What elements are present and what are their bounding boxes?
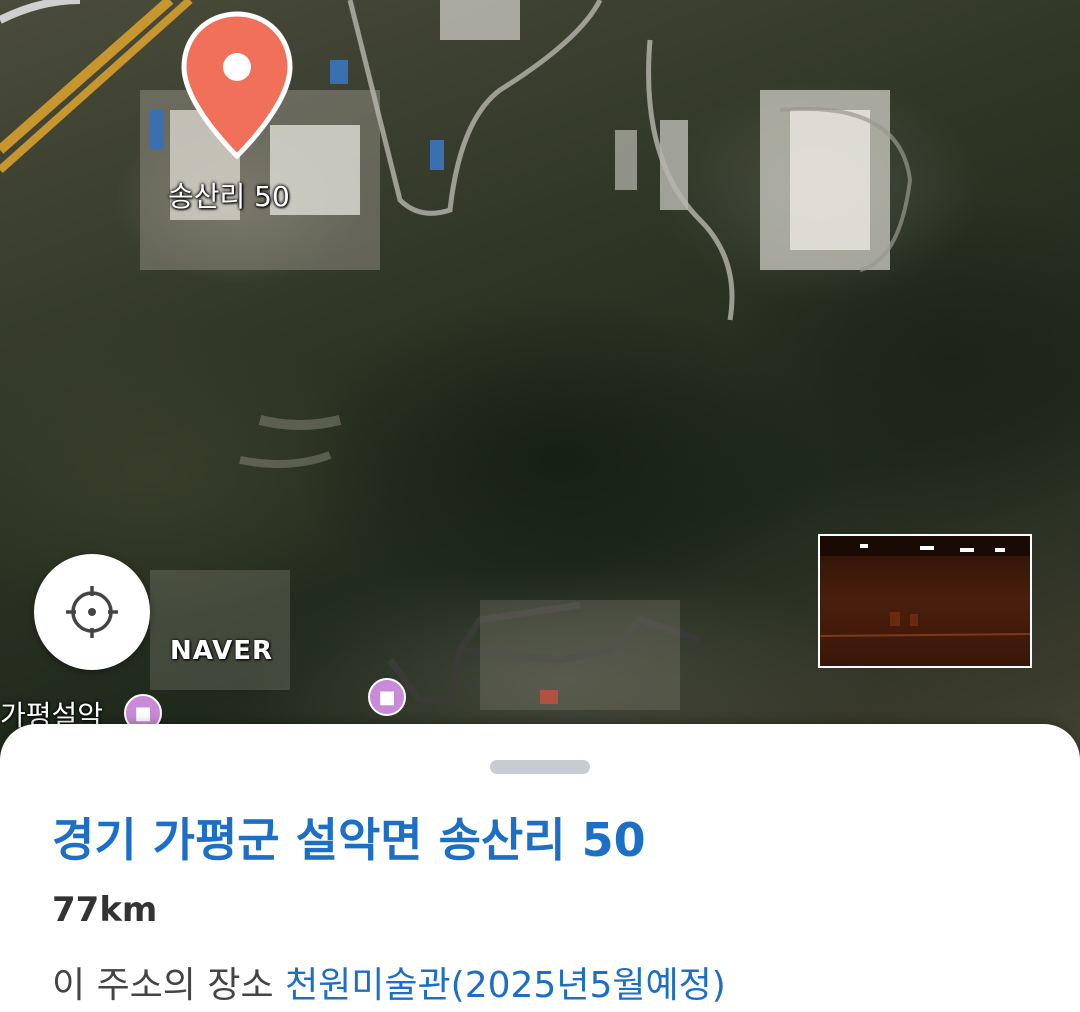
place-prefix: 이 주소의 장소 (52, 965, 274, 1006)
place-info-sheet[interactable]: 경기 가평군 설악면 송산리 50 77km 이 주소의 장소 천원미술관(20… (0, 724, 1080, 1012)
naver-logo: NAVER (170, 636, 274, 666)
tunnel-photo (820, 536, 1030, 637)
pin-label: 송산리 50 (168, 180, 290, 213)
place-link[interactable]: 천원미술관(2025년5월예정) (285, 965, 726, 1006)
distance-text: 77km (52, 890, 158, 930)
address-title: 경기 가평군 설악면 송산리 50 (52, 813, 646, 867)
place-row: 이 주소의 장소 천원미술관(2025년5월예정) (52, 956, 726, 1008)
sheet-drag-handle[interactable] (490, 760, 590, 774)
location-pin[interactable] (180, 10, 294, 160)
hotel-icon[interactable]: ■ (368, 678, 406, 716)
map-pin-icon (181, 11, 293, 160)
crosshair-icon (66, 586, 118, 638)
current-location-button[interactable] (34, 554, 150, 670)
street-view-thumbnail[interactable] (818, 534, 1032, 668)
